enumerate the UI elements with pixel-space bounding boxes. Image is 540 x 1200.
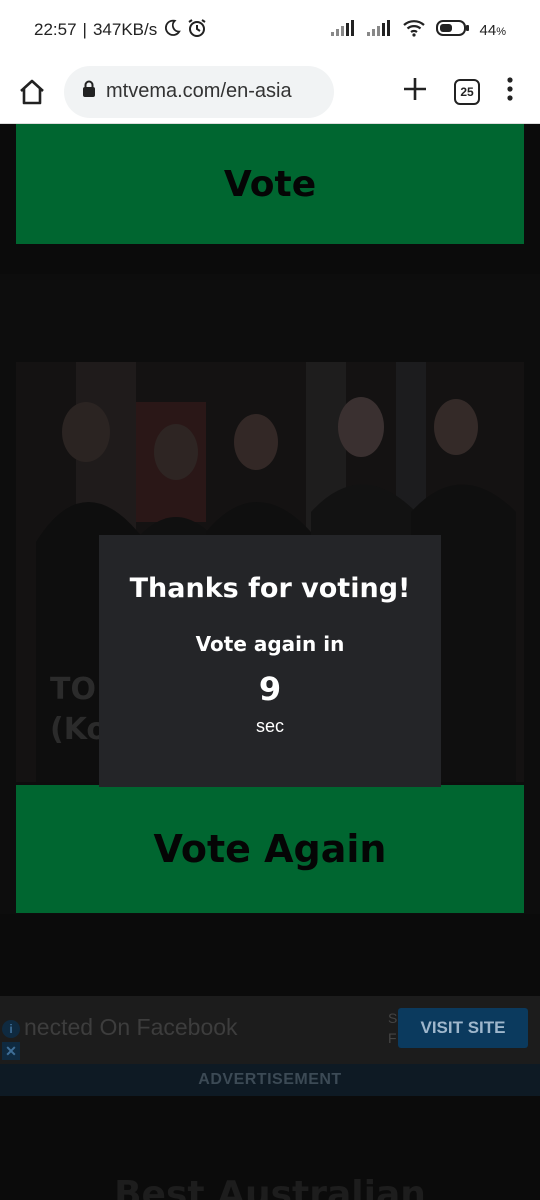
new-tab-button[interactable] [402, 76, 428, 107]
vote-button[interactable]: Vote [16, 124, 524, 244]
advertisement-label: ADVERTISEMENT [0, 1064, 540, 1096]
battery-value: 44 [479, 21, 497, 39]
nominee-name-line1: TO [50, 672, 96, 707]
moon-icon [163, 19, 182, 42]
battery-icon [435, 19, 470, 42]
status-speed: 347KB/s [92, 20, 158, 39]
battery-unit: % [496, 25, 506, 38]
countdown-value: 9 [258, 670, 282, 708]
status-time: 22:57 [34, 20, 77, 39]
visit-site-button[interactable]: VISIT SITE [398, 1008, 528, 1048]
next-category-title: Best Australian [114, 1174, 426, 1200]
ad-small-text: SF [388, 1008, 397, 1048]
alarm-icon [187, 18, 207, 43]
plus-icon [404, 78, 426, 100]
home-icon [20, 79, 44, 104]
wifi-icon [402, 19, 426, 42]
browser-actions: 25 [402, 76, 540, 107]
more-vertical-icon [507, 77, 513, 101]
countdown-unit: sec [255, 716, 284, 736]
status-right: 44% [330, 19, 506, 42]
tab-switcher-button[interactable]: 25 [454, 78, 480, 105]
status-separator: | [82, 20, 87, 39]
ad-small-line2: F [388, 1030, 397, 1046]
status-left: 22:57 | 347KB/s [34, 18, 207, 43]
battery-percent: 44% [480, 22, 506, 39]
signal-icon-2 [366, 19, 392, 42]
modal-subtitle: Vote again in [195, 632, 345, 656]
ad-banner[interactable]: i ✕ nected On Facebook SF VISIT SITE [0, 996, 540, 1064]
lock-icon [82, 80, 96, 103]
ad-close-icon[interactable]: ✕ [2, 1042, 20, 1060]
signal-icon [330, 19, 356, 42]
more-menu-button[interactable] [506, 76, 514, 107]
status-bar: 22:57 | 347KB/s 44% [0, 0, 540, 60]
browser-toolbar: mtvema.com/en-asia 25 [0, 60, 540, 124]
page: 22:57 | 347KB/s 44% mtvema.com/en-asia 2… [0, 0, 540, 1200]
modal-title: Thanks for voting! [129, 573, 411, 604]
vote-again-button[interactable]: Vote Again [16, 785, 524, 913]
vote-confirmation-modal: Thanks for voting! Vote again in 9 sec [99, 535, 441, 787]
address-bar[interactable]: mtvema.com/en-asia [64, 65, 334, 118]
ad-info-icon[interactable]: i [2, 1020, 20, 1038]
ad-text: nected On Facebook [24, 1014, 238, 1040]
url-text: mtvema.com/en-asia [106, 80, 292, 102]
ad-small-line1: S [388, 1010, 398, 1026]
home-button[interactable] [0, 60, 64, 124]
